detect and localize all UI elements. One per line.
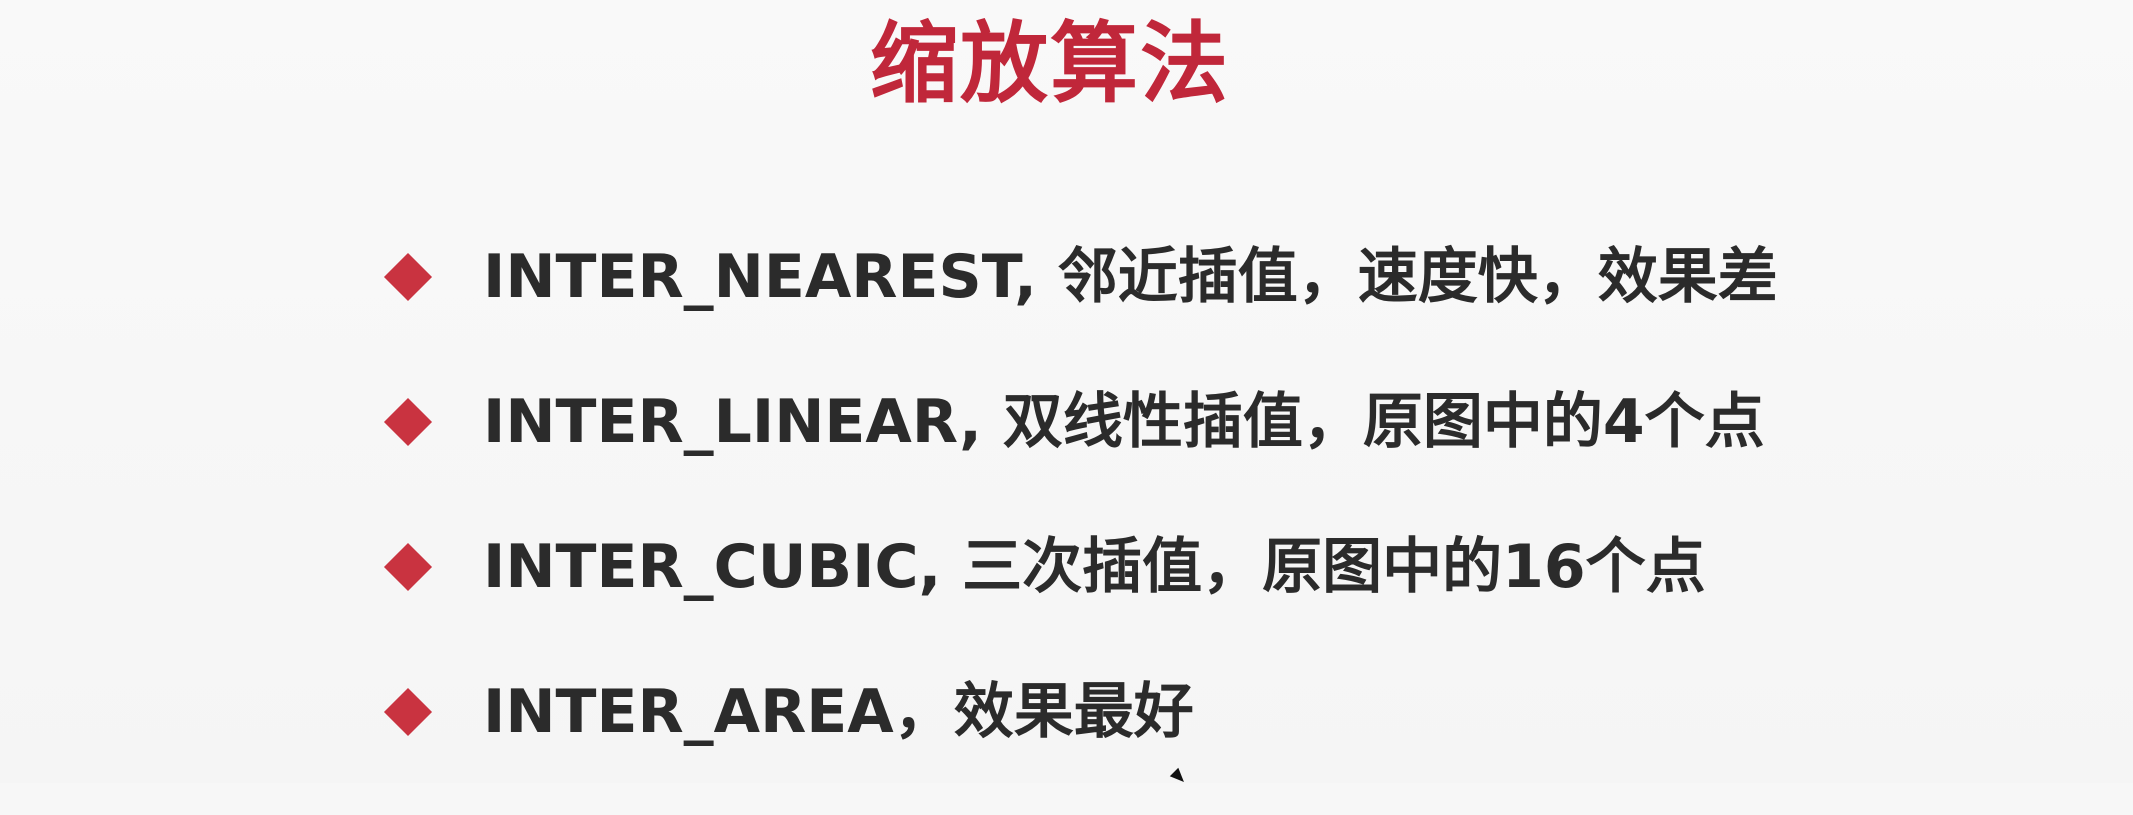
- bullet-item: INTER_NEAREST, 邻近插值，速度快，效果差: [383, 235, 1778, 380]
- bullet-item: INTER_AREA，效果最好: [383, 670, 1778, 815]
- presentation-slide: 缩放算法 INTER_NEAREST, 邻近插值，速度快，效果差 INTER_L…: [0, 0, 2133, 787]
- bullet-item: INTER_LINEAR, 双线性插值，原图中的4个点: [383, 380, 1778, 525]
- bullet-text: INTER_LINEAR, 双线性插值，原图中的4个点: [483, 387, 1765, 457]
- bullet-text: INTER_NEAREST, 邻近插值，速度快，效果差: [483, 242, 1778, 312]
- diamond-bullet-icon: [383, 397, 433, 447]
- bullet-list: INTER_NEAREST, 邻近插值，速度快，效果差 INTER_LINEAR…: [383, 235, 1778, 815]
- diamond-bullet-icon: [383, 687, 433, 737]
- bullet-text: INTER_CUBIC, 三次插值，原图中的16个点: [483, 532, 1706, 602]
- slide-title: 缩放算法: [869, 12, 1230, 115]
- diamond-bullet-icon: [383, 542, 433, 592]
- diamond-bullet-icon: [383, 252, 433, 302]
- bullet-item: INTER_CUBIC, 三次插值，原图中的16个点: [383, 525, 1778, 670]
- bullet-text: INTER_AREA，效果最好: [483, 677, 1194, 747]
